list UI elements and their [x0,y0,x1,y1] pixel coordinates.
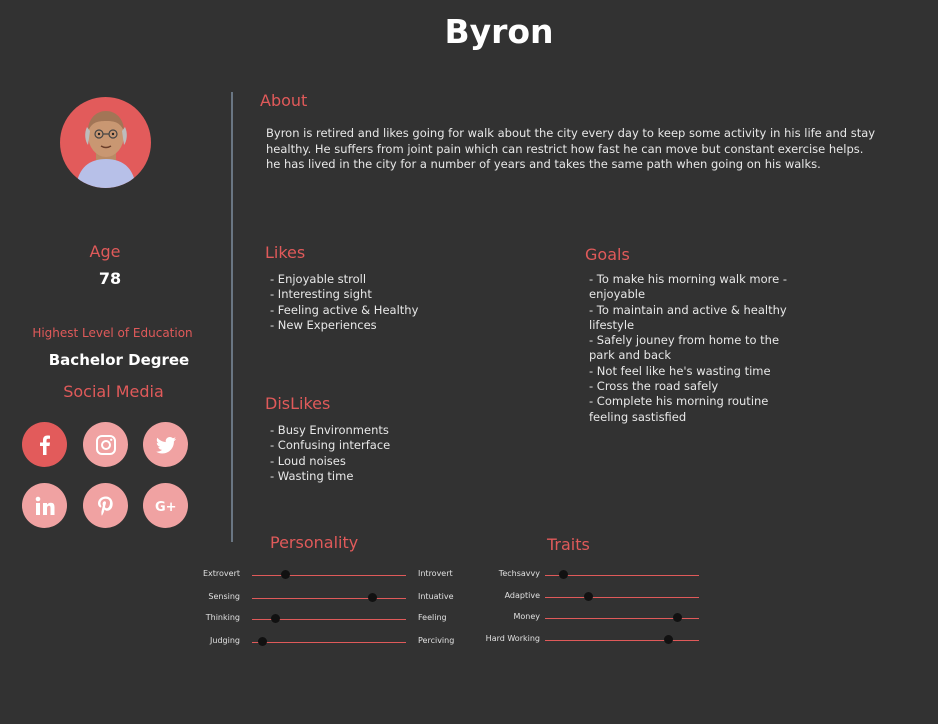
list-item: - To maintain and active & healthy [589,302,787,317]
trait-knob[interactable] [663,635,673,644]
slider-knob[interactable] [270,614,280,623]
list-item: - Wasting time [270,468,354,483]
list-item: - Feeling active & Healthy [270,302,419,317]
pinterest-icon[interactable] [83,483,128,528]
list-item: - To make his morning walk more - [589,272,787,286]
avatar [60,97,151,188]
goals-heading: Goals [585,245,630,264]
list-item: - Cross the road safely [589,379,719,394]
list-item: enjoyable [589,287,646,302]
svg-text:G+: G+ [155,500,177,515]
list-item: - Busy Environments [270,423,389,437]
about-heading: About [260,91,308,110]
age-value: 78 [98,269,122,288]
trait-knob[interactable] [672,613,682,622]
list-item: - Enjoyable stroll [270,272,367,286]
slider-track [252,598,406,599]
about-text: Byron is retired and likes going for wal… [266,126,876,171]
slider-knob[interactable] [281,570,291,579]
old-man-avatar-icon [76,111,136,188]
twitter-icon[interactable] [143,422,188,467]
personality-heading: Personality [270,533,359,552]
slider-left-label: Sensing [208,592,240,601]
goals-list: - To make his morning walk more - enjoya… [589,272,787,425]
slider-knob[interactable] [367,593,377,602]
slider-track [252,575,406,576]
list-item: park and back [589,348,672,363]
linkedin-icon[interactable] [22,483,67,528]
list-item: - New Experiences [270,317,377,332]
slider-left-label: Extrovert [202,569,240,578]
list-item: - Interesting sight [270,287,372,302]
list-item: - Complete his morning routine [589,394,769,409]
dislikes-list: - Busy Environments - Confusing interfac… [270,423,390,484]
trait-knob[interactable] [583,592,593,601]
traits-heading: Traits [547,535,590,554]
instagram-icon[interactable] [83,422,128,467]
trait-track [545,597,699,598]
slider-left-label: Judging [210,636,240,645]
list-item: - Confusing interface [270,438,391,453]
list-item: - Not feel like he's wasting time [589,363,771,378]
list-item: - Safely jouney from home to the [589,333,780,348]
trait-label: Hard Working [485,634,540,643]
likes-heading: Likes [265,243,306,262]
social-media-label: Social Media [63,382,164,401]
dislikes-heading: DisLikes [265,394,331,413]
persona-name: Byron [444,12,554,51]
vertical-divider [231,92,233,542]
facebook-icon[interactable] [22,422,67,467]
trait-label: Techsavvy [498,569,540,578]
slider-left-label: Thinking [205,613,240,622]
trait-track [545,575,699,576]
google-plus-icon[interactable]: G+ [143,483,188,528]
trait-track [545,640,699,641]
trait-knob[interactable] [558,570,568,579]
slider-track [252,642,406,643]
education-value: Bachelor Degree [48,351,190,369]
list-item: feeling sastisfied [589,409,687,424]
list-item: lifestyle [589,317,635,332]
age-label: Age [89,242,121,261]
list-item: - Loud noises [270,453,346,468]
slider-knob[interactable] [258,637,268,646]
trait-label: Money [513,612,540,621]
trait-label: Adaptive [504,591,540,600]
education-label: Highest Level of Education [32,326,193,340]
likes-list: - Enjoyable stroll - Interesting sight -… [270,272,418,333]
